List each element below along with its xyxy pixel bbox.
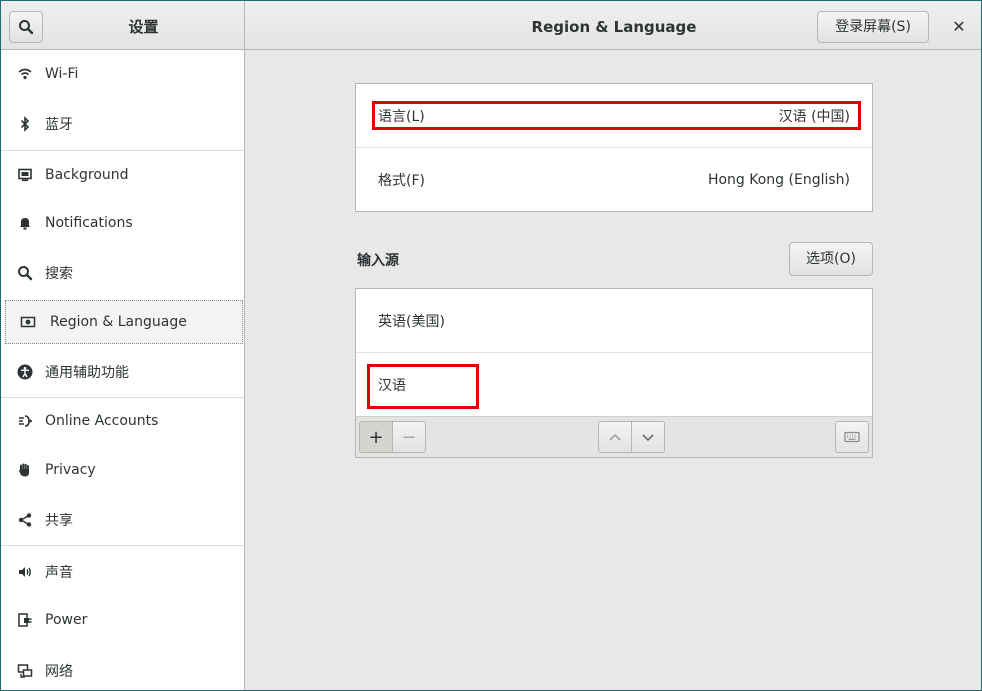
sidebar-item-label: 声音 [45, 565, 73, 581]
input-source-label: 英语(美国) [378, 314, 445, 330]
move-down-button[interactable] [631, 421, 665, 453]
power-icon [1, 612, 45, 628]
bell-icon [1, 215, 45, 231]
share-icon [1, 512, 45, 528]
hand-icon [1, 462, 45, 478]
chinese-source-highlight-box [367, 364, 479, 409]
sidebar-item-label: 搜索 [45, 266, 73, 282]
close-icon: ✕ [952, 17, 966, 36]
sidebar-item-label: 蓝牙 [45, 117, 73, 133]
sidebar-item-power[interactable]: Power [1, 596, 244, 644]
login-screen-button[interactable]: 登录屏幕(S) [817, 11, 929, 43]
accessibility-icon [1, 364, 45, 380]
online-accounts-icon [1, 413, 45, 429]
options-button[interactable]: 选项(O) [789, 242, 873, 276]
add-input-source-button[interactable]: + [359, 421, 393, 453]
speaker-icon [1, 564, 45, 580]
sidebar-item-notifications[interactable]: Notifications [1, 199, 244, 247]
list-item[interactable]: 英语(美国) [356, 289, 872, 353]
search-button[interactable] [9, 11, 43, 43]
formats-label: 格式(F) [378, 173, 425, 189]
sidebar: Wi-Fi 蓝牙 Background Notifications 搜索 Reg… [1, 50, 245, 690]
sidebar-item-label: 共享 [45, 513, 73, 529]
up-arrow-icon [609, 433, 621, 441]
settings-window: 设置 Region & Language 登录屏幕(S) ✕ Wi-Fi 蓝牙 … [0, 0, 982, 691]
keyboard-layout-button[interactable] [835, 421, 869, 453]
sidebar-item-label: Background [45, 167, 129, 183]
formats-row[interactable]: 格式(F) Hong Kong (English) [356, 148, 872, 212]
plus-icon: + [368, 426, 384, 448]
formats-value: Hong Kong (English) [707, 172, 850, 188]
search-icon [1, 265, 45, 281]
sidebar-item-accessibility[interactable]: 通用辅助功能 [1, 348, 244, 396]
remove-input-source-button[interactable]: − [392, 421, 426, 453]
minus-icon: − [401, 426, 417, 448]
sidebar-item-wifi[interactable]: Wi-Fi [1, 50, 244, 98]
sidebar-item-background[interactable]: Background [1, 151, 244, 199]
sidebar-header: 设置 [1, 1, 245, 49]
move-up-button[interactable] [598, 421, 632, 453]
sidebar-item-sharing[interactable]: 共享 [1, 496, 244, 544]
sidebar-item-label: 网络 [45, 664, 73, 680]
close-button[interactable]: ✕ [945, 15, 973, 39]
sidebar-item-label: 通用辅助功能 [45, 365, 129, 381]
language-highlight-box [372, 101, 861, 130]
sidebar-item-label: Online Accounts [45, 413, 159, 429]
network-icon [1, 663, 45, 679]
sidebar-item-bluetooth[interactable]: 蓝牙 [1, 100, 244, 148]
background-icon [1, 167, 45, 183]
header-bar: 设置 Region & Language 登录屏幕(S) ✕ [1, 1, 981, 50]
sidebar-divider [1, 545, 244, 546]
region-language-icon [6, 314, 50, 330]
sidebar-item-label: Privacy [45, 462, 96, 478]
sidebar-item-region-language[interactable]: Region & Language [5, 300, 243, 344]
input-sources-toolbar: + − [356, 416, 872, 457]
wifi-icon [1, 66, 45, 82]
down-arrow-icon [642, 434, 654, 442]
keyboard-icon [844, 431, 860, 443]
bluetooth-icon [1, 116, 45, 132]
sidebar-item-online-accounts[interactable]: Online Accounts [1, 397, 244, 445]
sidebar-item-label: Notifications [45, 215, 133, 231]
settings-title: 设置 [128, 18, 159, 36]
search-icon [19, 20, 34, 35]
sidebar-item-search[interactable]: 搜索 [1, 249, 244, 297]
sidebar-item-label: Region & Language [50, 314, 187, 330]
sidebar-item-network[interactable]: 网络 [1, 647, 244, 690]
sidebar-item-label: Power [45, 612, 88, 628]
sidebar-item-privacy[interactable]: Privacy [1, 446, 244, 494]
input-sources-heading: 输入源 [357, 253, 399, 269]
sidebar-item-sound[interactable]: 声音 [1, 548, 244, 596]
sidebar-item-label: Wi-Fi [45, 66, 79, 82]
